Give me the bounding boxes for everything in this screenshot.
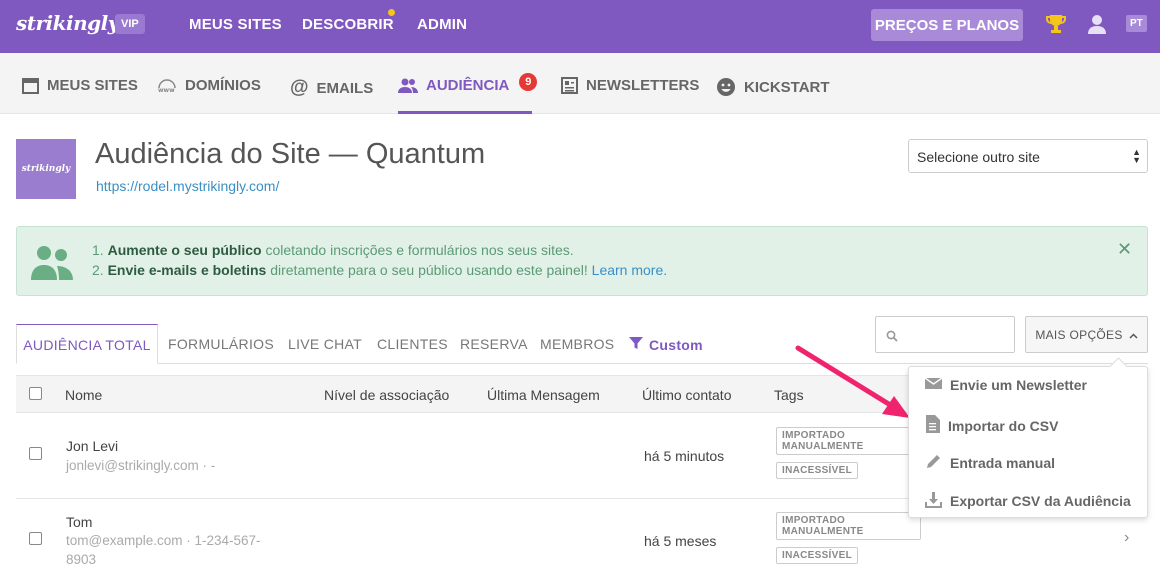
top-navbar: strikingly VIP MEUS SITES DESCOBRIR ADMI… bbox=[0, 0, 1160, 53]
tab-audiencia-total[interactable]: AUDIÊNCIA TOTAL bbox=[16, 324, 158, 364]
subnav-dominios[interactable]: www DOMÍNIOS bbox=[157, 77, 261, 94]
more-options-dropdown: Envie um Newsletter Importar do CSV Entr… bbox=[908, 366, 1148, 518]
subnav-kickstart[interactable]: KICKSTART bbox=[716, 77, 830, 97]
subnav-label: EMAILS bbox=[316, 79, 374, 97]
site-select-value: Selecione outro site bbox=[917, 149, 1040, 165]
last-contact: há 5 meses bbox=[644, 533, 717, 549]
newsletter-icon bbox=[561, 77, 578, 94]
tag-badge: INACESSÍVEL bbox=[776, 547, 858, 564]
tab-clientes[interactable]: CLIENTES bbox=[377, 336, 448, 352]
file-icon bbox=[925, 415, 940, 436]
column-header-name[interactable]: Nome bbox=[65, 387, 102, 403]
info-line-number: 1. bbox=[92, 242, 104, 258]
learn-more-link[interactable]: Learn more. bbox=[592, 262, 667, 278]
nav-meus-sites[interactable]: MEUS SITES bbox=[189, 16, 282, 33]
info-line-1: 1. Aumente o seu público coletando inscr… bbox=[92, 242, 574, 258]
column-header-last-message[interactable]: Última Mensagem bbox=[487, 387, 600, 403]
www-icon: www bbox=[157, 77, 177, 94]
info-banner: 1. Aumente o seu público coletando inscr… bbox=[16, 226, 1148, 296]
menu-item-manual-entry[interactable]: Entrada manual bbox=[925, 453, 1055, 473]
site-select[interactable]: Selecione outro site ▲ ▼ bbox=[908, 139, 1148, 173]
contact-name: Tom bbox=[66, 514, 93, 530]
pricing-plans-button[interactable]: PREÇOS E PLANOS bbox=[871, 9, 1023, 41]
subnav-newsletters[interactable]: NEWSLETTERS bbox=[561, 77, 699, 94]
menu-item-import-csv[interactable]: Importar do CSV bbox=[925, 415, 1058, 436]
calendar-icon bbox=[22, 77, 39, 94]
site-thumbnail: strikingly bbox=[16, 139, 76, 199]
menu-item-label: Importar do CSV bbox=[948, 417, 1059, 434]
chevron-right-icon[interactable]: › bbox=[1124, 529, 1129, 547]
row-checkbox[interactable] bbox=[29, 532, 42, 545]
chevron-up-icon bbox=[1129, 328, 1138, 342]
subnav-label: NEWSLETTERS bbox=[586, 77, 700, 94]
contact-detail: jonlevi@strikingly.com · - bbox=[66, 458, 216, 473]
info-line-bold: Envie e-mails e boletins bbox=[107, 262, 267, 278]
contact-detail: tom@example.com · 1-234-567- bbox=[66, 533, 261, 548]
filter-icon bbox=[629, 336, 643, 353]
menu-item-export-csv[interactable]: Exportar CSV da Audiência bbox=[925, 491, 1131, 511]
tab-reserva[interactable]: RESERVA bbox=[460, 336, 528, 352]
user-icon[interactable] bbox=[1086, 13, 1108, 40]
annotation-arrow bbox=[790, 340, 920, 435]
menu-item-label: Entrada manual bbox=[950, 455, 1056, 471]
info-line-text: diretamente para o seu público usando es… bbox=[270, 262, 588, 278]
tab-custom-label: Custom bbox=[649, 336, 703, 353]
contact-name: Jon Levi bbox=[66, 438, 119, 454]
menu-item-label: Exportar CSV da Audiência bbox=[950, 493, 1131, 509]
last-contact: há 5 minutos bbox=[644, 448, 725, 464]
site-url-link[interactable]: https://rodel.mystrikingly.com/ bbox=[96, 178, 279, 194]
audience-group-icon bbox=[31, 243, 75, 286]
notification-badge: 9 bbox=[519, 72, 538, 91]
language-selector[interactable]: PT bbox=[1126, 15, 1147, 32]
tab-live-chat[interactable]: LIVE CHAT bbox=[288, 336, 362, 352]
more-options-button[interactable]: MAIS OPÇÕES bbox=[1025, 316, 1148, 353]
column-header-last-contact[interactable]: Último contato bbox=[642, 387, 731, 403]
info-line-2: 2. Envie e-mails e boletins diretamente … bbox=[92, 262, 667, 278]
select-arrows-icon: ▲ ▼ bbox=[1132, 147, 1141, 165]
subnav-label: DOMÍNIOS bbox=[185, 77, 261, 94]
tab-custom[interactable]: Custom bbox=[629, 336, 703, 353]
nav-admin[interactable]: ADMIN bbox=[417, 16, 467, 33]
pencil-icon bbox=[925, 453, 942, 473]
menu-item-send-newsletter[interactable]: Envie um Newsletter bbox=[924, 377, 1087, 393]
strikingly-logo[interactable]: strikingly bbox=[16, 11, 119, 35]
more-options-label: MAIS OPÇÕES bbox=[1035, 327, 1123, 342]
tab-membros[interactable]: MEMBROS bbox=[540, 336, 614, 352]
vip-badge: VIP bbox=[115, 14, 145, 34]
contact-detail-continued: 8903 bbox=[66, 552, 97, 567]
download-icon bbox=[925, 491, 942, 511]
envelope-icon bbox=[924, 377, 943, 393]
close-icon[interactable]: ✕ bbox=[1117, 239, 1132, 260]
menu-item-label: Envie um Newsletter bbox=[950, 377, 1087, 393]
info-line-text: coletando inscrições e formulários nos s… bbox=[265, 242, 574, 258]
tabs-divider bbox=[16, 363, 1148, 364]
section-nav: MEUS SITES www DOMÍNIOS @ EMAILS AUDIÊNC… bbox=[0, 53, 1160, 114]
tab-formularios[interactable]: FORMULÁRIOS bbox=[168, 336, 274, 352]
active-tab-indicator bbox=[398, 111, 532, 114]
subnav-label: AUDIÊNCIA bbox=[426, 77, 510, 94]
at-icon: @ bbox=[290, 77, 309, 98]
users-icon bbox=[398, 77, 418, 94]
tag-badge: INACESSÍVEL bbox=[776, 462, 858, 479]
smile-icon bbox=[716, 77, 736, 97]
svg-text:www: www bbox=[158, 87, 175, 94]
trophy-icon[interactable] bbox=[1045, 13, 1067, 40]
notification-dot bbox=[388, 9, 395, 16]
info-line-bold: Aumente o seu público bbox=[107, 242, 262, 258]
row-checkbox[interactable] bbox=[29, 447, 42, 460]
page-title: Audiência do Site — Quantum bbox=[95, 138, 486, 170]
select-all-checkbox[interactable] bbox=[29, 387, 42, 400]
nav-descobrir[interactable]: DESCOBRIR bbox=[302, 16, 394, 33]
subnav-label: KICKSTART bbox=[744, 78, 830, 96]
info-line-number: 2. bbox=[92, 262, 104, 278]
tag-badge: IMPORTADO MANUALMENTE bbox=[776, 512, 921, 540]
subnav-emails[interactable]: @ EMAILS bbox=[290, 77, 373, 99]
subnav-label: MEUS SITES bbox=[47, 77, 138, 94]
subnav-meus-sites[interactable]: MEUS SITES bbox=[22, 77, 138, 94]
subnav-audiencia[interactable]: AUDIÊNCIA 9 bbox=[398, 72, 538, 94]
column-header-membership[interactable]: Nível de associação bbox=[324, 387, 449, 403]
